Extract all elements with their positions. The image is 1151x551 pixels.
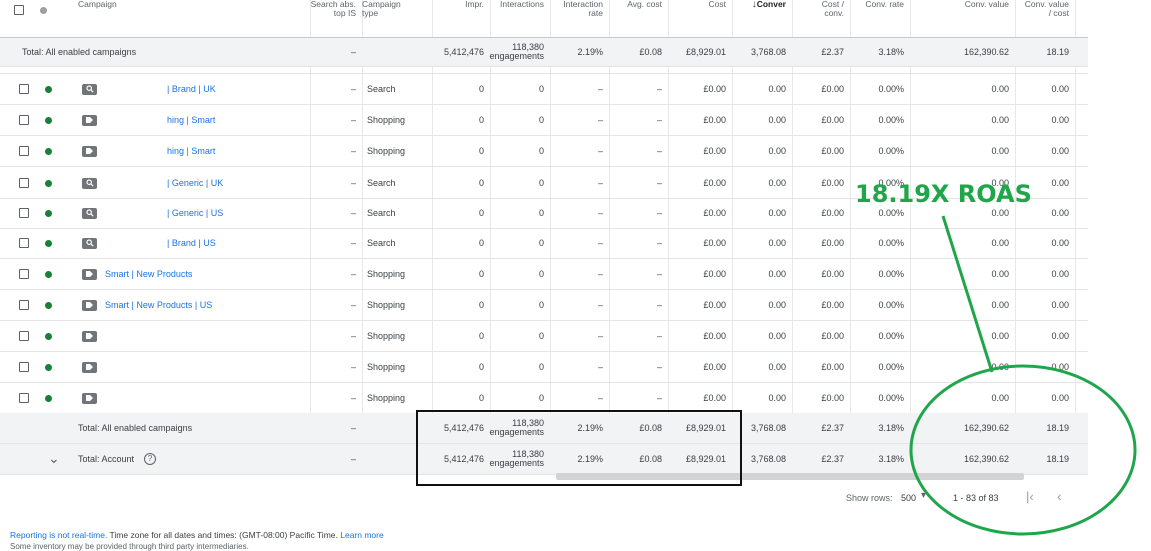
roas-annotation: 18.19X ROAS bbox=[855, 180, 1032, 208]
annotation-overlay bbox=[909, 215, 1137, 536]
annotation-arrow bbox=[941, 215, 994, 373]
annotation-circle bbox=[909, 364, 1137, 536]
